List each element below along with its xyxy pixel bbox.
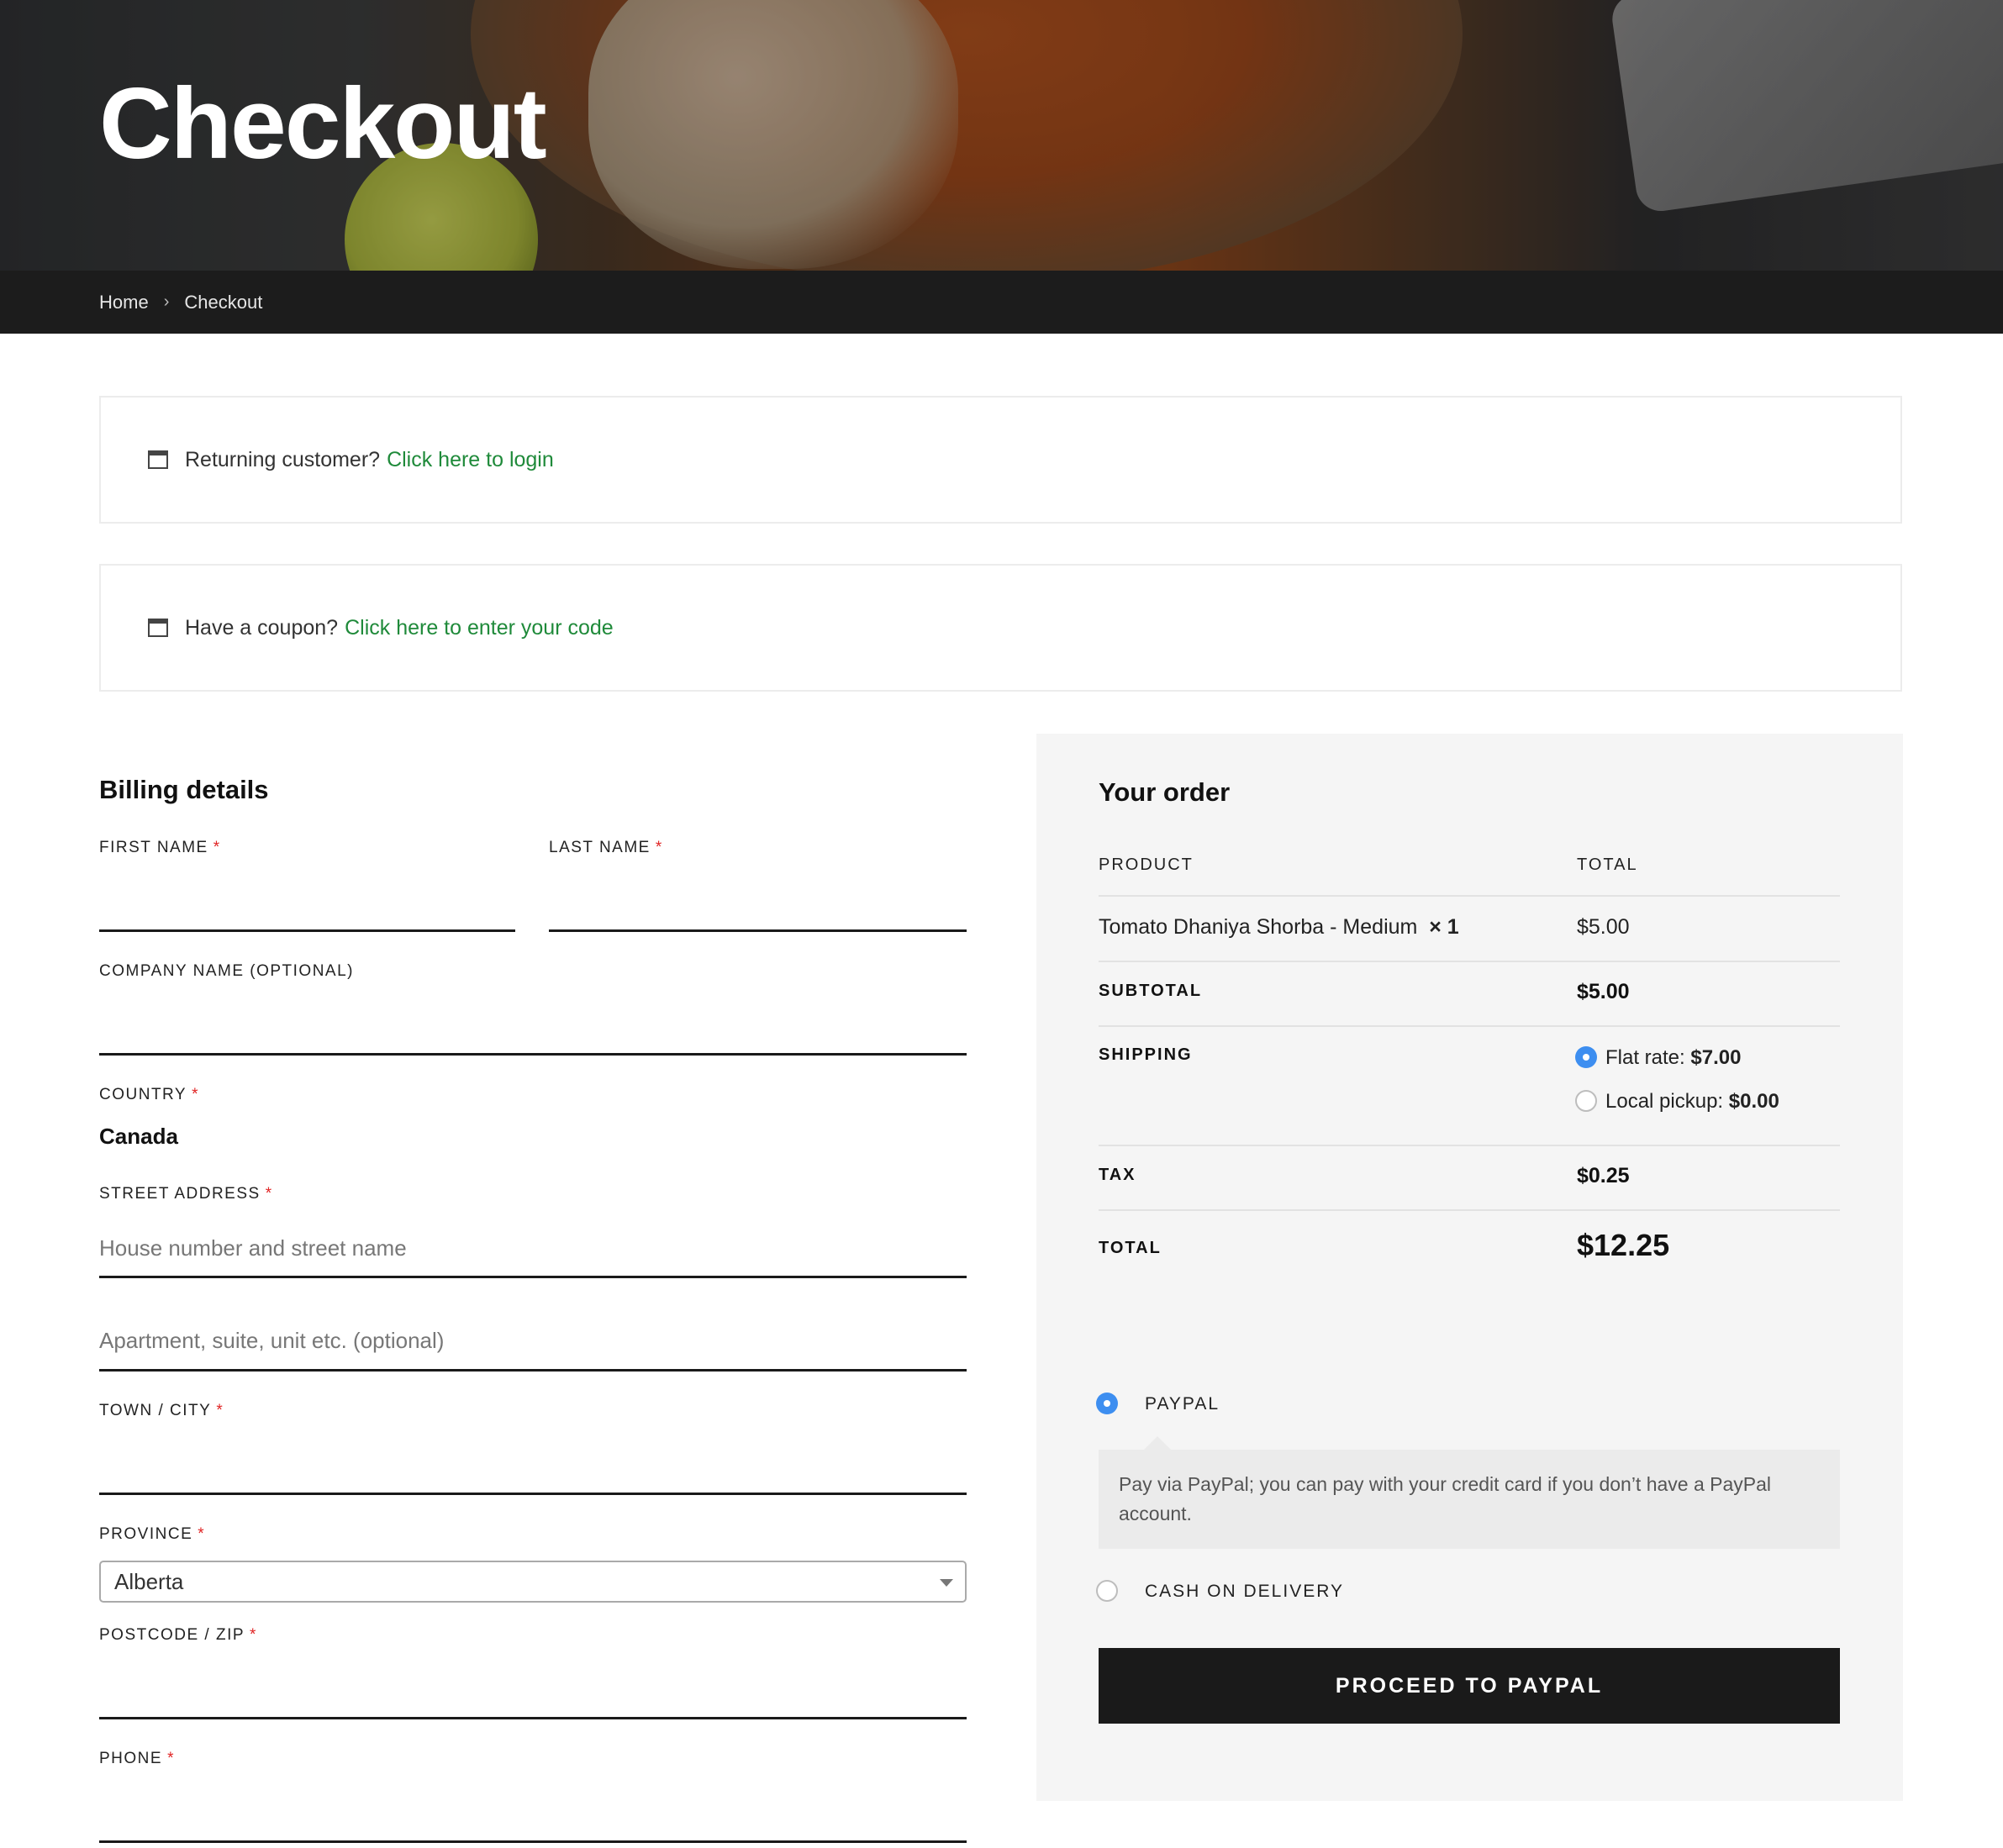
window-icon	[148, 450, 168, 469]
subtotal-label: SUBTOTAL	[1099, 982, 1203, 1000]
cash-on-delivery-radio[interactable]	[1096, 1580, 1118, 1602]
apartment-underline	[99, 1369, 967, 1372]
country-value: Canada	[99, 1124, 178, 1149]
flat-rate-radio[interactable]	[1575, 1046, 1597, 1068]
login-link[interactable]: Click here to login	[387, 448, 554, 472]
subtotal-value: $5.00	[1577, 980, 1630, 1003]
street-address-label: STREET ADDRESS *	[99, 1185, 273, 1203]
chevron-right-icon: ›	[163, 292, 170, 311]
tax-label: TAX	[1099, 1166, 1136, 1184]
province-select[interactable]: Alberta	[99, 1561, 967, 1603]
last-name-input[interactable]	[549, 929, 967, 932]
tax-value: $0.25	[1577, 1164, 1630, 1187]
returning-customer-notice: Returning customer? Click here to login	[99, 396, 1902, 524]
last-name-label: LAST NAME *	[549, 839, 663, 856]
postcode-input[interactable]	[99, 1717, 967, 1719]
apartment-input[interactable]: Apartment, suite, unit etc. (optional)	[99, 1328, 444, 1354]
city-label: TOWN / CITY *	[99, 1402, 224, 1419]
window-icon	[148, 619, 168, 637]
paypal-label[interactable]: PAYPAL	[1145, 1394, 1220, 1414]
first-name-input[interactable]	[99, 929, 515, 932]
order-item-name: Tomato Dhaniya Shorba - Medium × 1	[1099, 915, 1459, 939]
billing-title: Billing details	[99, 775, 269, 804]
breadcrumb: Home › Checkout	[99, 271, 262, 334]
notice-text: Have a coupon?	[185, 615, 339, 640]
page-title: Checkout	[99, 67, 547, 180]
total-value: $12.25	[1577, 1228, 1670, 1262]
shipping-label: SHIPPING	[1099, 1045, 1193, 1064]
total-label: TOTAL	[1099, 1239, 1162, 1257]
coupon-notice: Have a coupon? Click here to enter your …	[99, 564, 1902, 692]
street-address-underline	[99, 1276, 967, 1278]
total-column-header: TOTAL	[1577, 856, 1638, 874]
order-review-panel: Your order PRODUCT TOTAL Tomato Dhaniya …	[1036, 734, 1903, 1801]
notice-text: Returning customer?	[185, 447, 381, 471]
company-name-input[interactable]	[99, 1053, 967, 1056]
local-pickup-option[interactable]: Local pickup: $0.00	[1605, 1090, 1779, 1114]
breadcrumb-home-link[interactable]: Home	[99, 292, 149, 313]
city-input[interactable]	[99, 1493, 967, 1495]
paypal-description: Pay via PayPal; you can pay with your cr…	[1099, 1436, 1840, 1549]
province-label: PROVINCE *	[99, 1525, 206, 1543]
breadcrumb-current: Checkout	[184, 291, 263, 313]
hero-banner: Checkout	[0, 0, 2003, 271]
cash-on-delivery-label[interactable]: CASH ON DELIVERY	[1145, 1582, 1344, 1602]
breadcrumb-bar: Home › Checkout	[0, 271, 2003, 334]
order-item-total: $5.00	[1577, 915, 1630, 939]
local-pickup-radio[interactable]	[1575, 1090, 1597, 1112]
dropdown-arrow-icon	[940, 1579, 953, 1587]
company-name-label: COMPANY NAME (OPTIONAL)	[99, 962, 354, 980]
product-column-header: PRODUCT	[1099, 856, 1194, 874]
province-selected-value: Alberta	[114, 1568, 184, 1594]
phone-input[interactable]	[99, 1840, 967, 1843]
country-label: COUNTRY *	[99, 1086, 200, 1103]
paypal-radio[interactable]	[1096, 1393, 1118, 1414]
first-name-label: FIRST NAME *	[99, 839, 221, 856]
flat-rate-option[interactable]: Flat rate: $7.00	[1605, 1046, 1741, 1070]
proceed-to-paypal-button[interactable]: PROCEED TO PAYPAL	[1099, 1648, 1840, 1724]
postcode-label: POSTCODE / ZIP *	[99, 1626, 257, 1644]
phone-label: PHONE *	[99, 1750, 175, 1767]
street-address-input[interactable]: House number and street name	[99, 1235, 407, 1261]
coupon-link[interactable]: Click here to enter your code	[345, 616, 614, 640]
order-title: Your order	[1099, 777, 1231, 807]
